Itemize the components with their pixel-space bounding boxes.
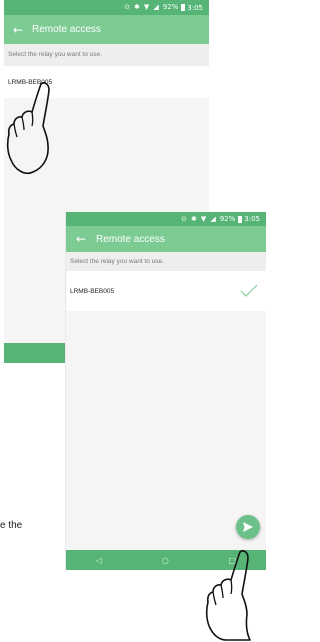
battery-percent: 92% (219, 214, 236, 223)
status-bar: ⊙ ✱ ▼ ◢ 92% 3:05 (66, 212, 266, 226)
tap-hand-icon (6, 82, 50, 175)
bluetooth-icon: ✱ (191, 214, 197, 223)
nav-back-icon[interactable]: ◁ (96, 556, 102, 565)
tap-hand-icon (205, 550, 251, 641)
location-icon: ⊙ (181, 214, 188, 223)
phone-screen-after: ⊙ ✱ ▼ ◢ 92% 3:05 ← Remote access Select … (66, 212, 266, 570)
app-bar: ← Remote access (66, 226, 266, 252)
signal-icon: ◢ (210, 214, 216, 223)
app-bar-title: Remote access (96, 233, 165, 245)
relay-list-item-selected[interactable]: LRMB-BEB005 (66, 271, 266, 311)
clock: 3:05 (244, 215, 260, 223)
clock: 3:05 (187, 3, 203, 12)
back-arrow-icon[interactable]: ← (4, 23, 32, 37)
check-icon (240, 284, 258, 297)
status-bar: ⊙ ✱ ▼ ◢ 92% 3:05 (4, 0, 209, 15)
signal-icon: ◢ (153, 3, 159, 11)
send-button[interactable] (236, 515, 260, 539)
wifi-icon: ▼ (143, 3, 150, 11)
caption-text: e the (0, 520, 23, 531)
app-bar: ← Remote access (4, 15, 209, 44)
location-icon: ⊙ (124, 3, 131, 11)
bluetooth-icon: ✱ (134, 3, 140, 11)
instruction-text: Select the relay you want to use. (4, 44, 209, 66)
instruction-text: Select the relay you want to use. (66, 252, 266, 271)
battery-icon (181, 4, 186, 11)
wifi-icon: ▼ (200, 214, 207, 223)
nav-home-icon[interactable]: ○ (162, 556, 169, 565)
app-bar-title: Remote access (32, 24, 101, 35)
relay-name: LRMB-BEB005 (70, 287, 115, 295)
battery-percent: 92% (162, 3, 179, 11)
back-arrow-icon[interactable]: ← (66, 232, 96, 246)
battery-icon (238, 215, 243, 223)
send-icon (243, 522, 253, 532)
